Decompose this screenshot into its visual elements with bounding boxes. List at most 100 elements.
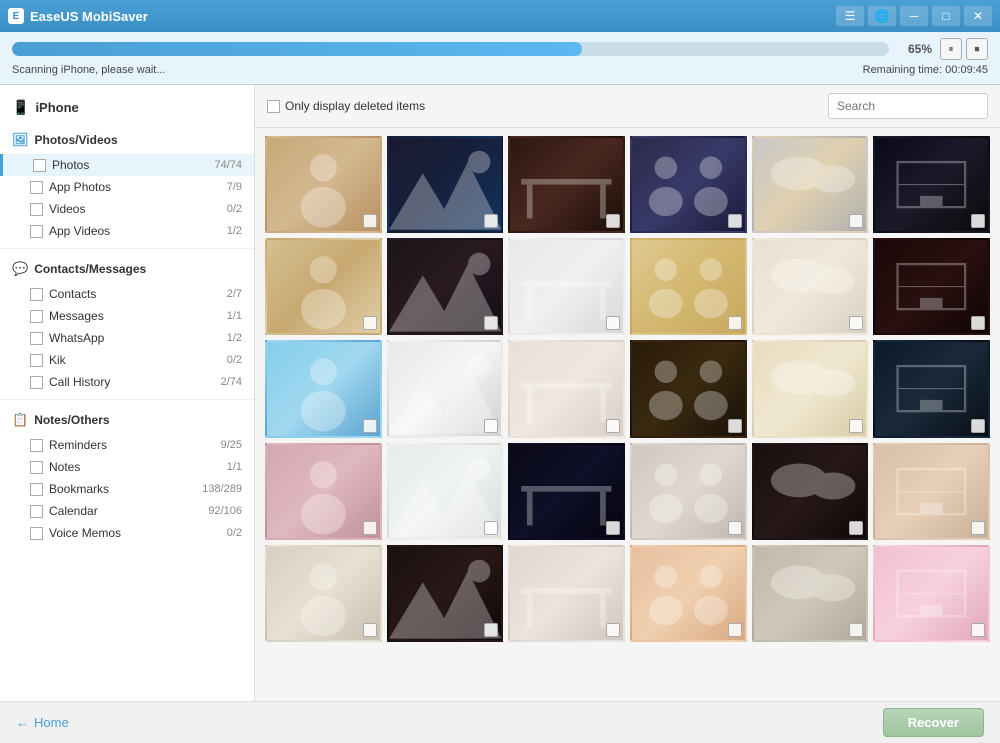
filter-label[interactable]: Only display deleted items: [267, 99, 425, 113]
sidebar-item-messages[interactable]: Messages 1/1: [0, 305, 254, 327]
photo-cell[interactable]: [508, 443, 625, 540]
photo-select-checkbox[interactable]: [849, 419, 863, 433]
photo-select-checkbox[interactable]: [363, 623, 377, 637]
photo-cell[interactable]: [387, 443, 504, 540]
pause-button[interactable]: ⏸: [940, 38, 962, 60]
photo-cell[interactable]: [265, 136, 382, 233]
photo-select-checkbox[interactable]: [728, 316, 742, 330]
photo-cell[interactable]: [265, 545, 382, 642]
sidebar-item-app-videos[interactable]: App Videos 1/2: [0, 220, 254, 242]
sidebar-item-contacts[interactable]: Contacts 2/7: [0, 283, 254, 305]
photo-cell[interactable]: [265, 340, 382, 437]
app-videos-checkbox[interactable]: [30, 225, 43, 238]
photo-select-checkbox[interactable]: [971, 214, 985, 228]
photo-cell[interactable]: [387, 238, 504, 335]
photo-cell[interactable]: [752, 545, 869, 642]
photo-cell[interactable]: [752, 136, 869, 233]
photo-select-checkbox[interactable]: [728, 419, 742, 433]
photo-cell[interactable]: [387, 136, 504, 233]
photo-cell[interactable]: [508, 238, 625, 335]
globe-button[interactable]: 🌐: [868, 6, 896, 26]
videos-checkbox[interactable]: [30, 203, 43, 216]
sidebar-item-reminders[interactable]: Reminders 9/25: [0, 434, 254, 456]
sidebar-item-voice-memos[interactable]: Voice Memos 0/2: [0, 522, 254, 544]
photo-cell[interactable]: [630, 136, 747, 233]
sidebar-section-header-notes[interactable]: 📋 Notes/Others: [0, 406, 254, 434]
search-input[interactable]: [828, 93, 988, 119]
sidebar-item-app-photos[interactable]: App Photos 7/9: [0, 176, 254, 198]
maximize-button[interactable]: □: [932, 6, 960, 26]
photo-cell[interactable]: [873, 238, 990, 335]
photo-select-checkbox[interactable]: [971, 623, 985, 637]
contacts-checkbox[interactable]: [30, 288, 43, 301]
app-photos-checkbox[interactable]: [30, 181, 43, 194]
photo-cell[interactable]: [508, 136, 625, 233]
photo-cell[interactable]: [265, 238, 382, 335]
photo-cell[interactable]: [873, 136, 990, 233]
menu-button[interactable]: ☰: [836, 6, 864, 26]
photo-cell[interactable]: [873, 340, 990, 437]
whatsapp-checkbox[interactable]: [30, 332, 43, 345]
home-button[interactable]: ← Home: [16, 715, 69, 730]
photo-select-checkbox[interactable]: [363, 316, 377, 330]
sidebar-item-calendar[interactable]: Calendar 92/106: [0, 500, 254, 522]
voice-memos-checkbox[interactable]: [30, 527, 43, 540]
photo-select-checkbox[interactable]: [849, 623, 863, 637]
photo-select-checkbox[interactable]: [971, 521, 985, 535]
photo-cell[interactable]: [873, 443, 990, 540]
sidebar-section-header-contacts[interactable]: 💬 Contacts/Messages: [0, 255, 254, 283]
minimize-button[interactable]: ─: [900, 6, 928, 26]
photo-cell[interactable]: [630, 443, 747, 540]
photo-cell[interactable]: [630, 340, 747, 437]
photo-cell[interactable]: [873, 545, 990, 642]
sidebar-item-call-history[interactable]: Call History 2/74: [0, 371, 254, 393]
photo-select-checkbox[interactable]: [484, 521, 498, 535]
photo-cell[interactable]: [387, 545, 504, 642]
sidebar-item-videos[interactable]: Videos 0/2: [0, 198, 254, 220]
photo-cell[interactable]: [752, 443, 869, 540]
photo-cell[interactable]: [752, 340, 869, 437]
photo-cell[interactable]: [508, 545, 625, 642]
photo-select-checkbox[interactable]: [363, 419, 377, 433]
reminders-checkbox[interactable]: [30, 439, 43, 452]
photo-select-checkbox[interactable]: [728, 214, 742, 228]
bookmarks-checkbox[interactable]: [30, 483, 43, 496]
photo-select-checkbox[interactable]: [728, 521, 742, 535]
photo-select-checkbox[interactable]: [606, 419, 620, 433]
photos-checkbox[interactable]: [33, 159, 46, 172]
photo-select-checkbox[interactable]: [363, 521, 377, 535]
sidebar-item-notes[interactable]: Notes 1/1: [0, 456, 254, 478]
photo-select-checkbox[interactable]: [484, 214, 498, 228]
photo-cell[interactable]: [387, 340, 504, 437]
photo-select-checkbox[interactable]: [606, 623, 620, 637]
photo-select-checkbox[interactable]: [849, 316, 863, 330]
photo-cell[interactable]: [752, 238, 869, 335]
calendar-checkbox[interactable]: [30, 505, 43, 518]
photo-select-checkbox[interactable]: [606, 316, 620, 330]
photo-select-checkbox[interactable]: [606, 521, 620, 535]
filter-checkbox[interactable]: [267, 100, 280, 113]
close-button[interactable]: ✕: [964, 6, 992, 26]
photo-select-checkbox[interactable]: [849, 214, 863, 228]
photo-select-checkbox[interactable]: [484, 623, 498, 637]
sidebar-section-header-photos[interactable]: 🖼 Photos/Videos: [0, 126, 254, 154]
photo-cell[interactable]: [630, 545, 747, 642]
sidebar-item-whatsapp[interactable]: WhatsApp 1/2: [0, 327, 254, 349]
photo-select-checkbox[interactable]: [971, 316, 985, 330]
kik-checkbox[interactable]: [30, 354, 43, 367]
recover-button[interactable]: Recover: [883, 708, 984, 737]
photo-select-checkbox[interactable]: [971, 419, 985, 433]
photo-cell[interactable]: [630, 238, 747, 335]
photo-select-checkbox[interactable]: [849, 521, 863, 535]
photo-select-checkbox[interactable]: [484, 419, 498, 433]
photo-grid-container[interactable]: [255, 128, 1000, 701]
sidebar-item-photos[interactable]: Photos 74/74: [0, 154, 254, 176]
stop-button[interactable]: ⏹: [966, 38, 988, 60]
photo-cell[interactable]: [265, 443, 382, 540]
call-history-checkbox[interactable]: [30, 376, 43, 389]
photo-cell[interactable]: [508, 340, 625, 437]
sidebar-item-bookmarks[interactable]: Bookmarks 138/289: [0, 478, 254, 500]
sidebar-item-kik[interactable]: Kik 0/2: [0, 349, 254, 371]
photo-select-checkbox[interactable]: [606, 214, 620, 228]
photo-select-checkbox[interactable]: [728, 623, 742, 637]
